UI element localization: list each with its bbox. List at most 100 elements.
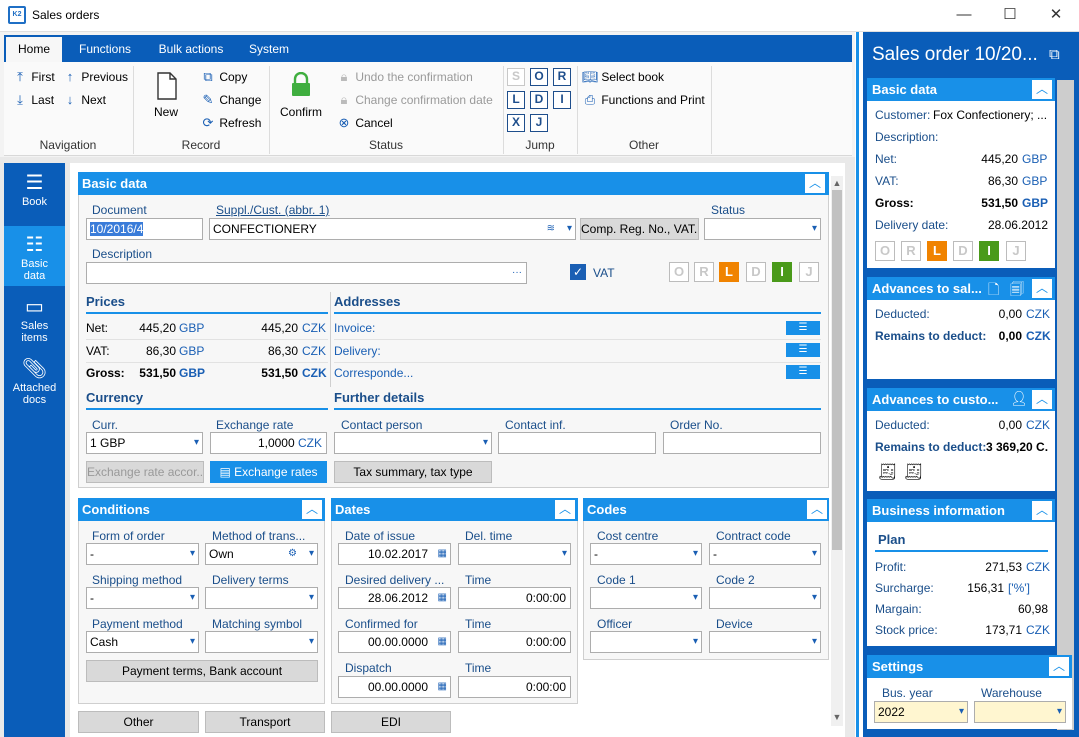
device-field[interactable]: ▾ bbox=[709, 631, 821, 653]
maximize-button[interactable]: ☐ bbox=[987, 0, 1033, 32]
document-field[interactable]: 10/2016/4 bbox=[86, 218, 203, 240]
confirmed-for-field[interactable]: 00.00.0000 ▦ bbox=[338, 631, 451, 653]
collapse-conditions-button[interactable]: ︿ bbox=[301, 499, 323, 520]
cancel-button[interactable]: ⊗ Cancel bbox=[336, 115, 393, 131]
minimize-button[interactable]: — bbox=[941, 0, 987, 32]
new-button[interactable]: New bbox=[150, 70, 184, 130]
chevron-down-icon[interactable]: ▾ bbox=[567, 219, 572, 239]
right-pane-scrollbar[interactable] bbox=[1057, 80, 1074, 730]
order-no-field[interactable] bbox=[663, 432, 821, 454]
layers-icon[interactable]: ≋ bbox=[547, 219, 555, 239]
code2-field[interactable]: ▾ bbox=[709, 587, 821, 609]
form-of-order-field[interactable]: - ▾ bbox=[86, 543, 199, 565]
refresh-button[interactable]: ⟳ Refresh bbox=[200, 115, 262, 131]
document-add-icon[interactable]: 🗋︎ bbox=[988, 279, 999, 303]
calendar-icon[interactable]: ▦ bbox=[438, 632, 447, 652]
collapse-dates-button[interactable]: ︿ bbox=[554, 499, 576, 520]
jump-d-button[interactable]: D bbox=[530, 91, 548, 109]
status-field[interactable]: ▾ bbox=[704, 218, 821, 240]
collapse-rp-basic-button[interactable]: ︿ bbox=[1031, 79, 1053, 100]
scroll-down-icon[interactable]: ▼ bbox=[832, 712, 842, 724]
tab-bulk-actions[interactable]: Bulk actions bbox=[150, 37, 232, 62]
invoice-address-menu-button[interactable]: ☰ bbox=[786, 321, 820, 335]
tab-system[interactable]: System bbox=[240, 37, 298, 62]
other-button[interactable]: Other bbox=[78, 711, 199, 733]
functions-print-button[interactable]: ⎙ Functions and Print bbox=[582, 92, 705, 108]
invoice-error-icon[interactable]: 🧾︎ bbox=[903, 462, 923, 482]
delivery-terms-field[interactable]: ▾ bbox=[205, 587, 318, 609]
rp-customer-value[interactable]: Fox Confectionery; ... bbox=[933, 108, 1048, 122]
contact-inf-field[interactable] bbox=[498, 432, 656, 454]
collapse-rp-advances-sales-button[interactable]: ︿ bbox=[1031, 278, 1053, 299]
collapse-codes-button[interactable]: ︿ bbox=[806, 499, 828, 520]
shipping-method-field[interactable]: - ▾ bbox=[86, 587, 199, 609]
exchange-rates-button[interactable]: ▤ Exchange rates bbox=[210, 461, 327, 483]
contact-person-field[interactable]: ▾ bbox=[334, 432, 492, 454]
desired-delivery-field[interactable]: 28.06.2012 ▦ bbox=[338, 587, 451, 609]
correspondence-address-menu-button[interactable]: ☰ bbox=[786, 365, 820, 379]
gear-icon[interactable]: ⚙ bbox=[288, 544, 297, 564]
tab-home[interactable]: Home bbox=[6, 37, 62, 62]
jump-o-button[interactable]: O bbox=[530, 68, 548, 86]
payment-method-field[interactable]: Cash ▾ bbox=[86, 631, 199, 653]
dispatch-time-field[interactable]: 0:00:00 bbox=[458, 676, 571, 698]
jump-x-button[interactable]: X bbox=[507, 114, 525, 132]
collapse-basic-data-button[interactable]: ︿ bbox=[804, 173, 826, 194]
tab-functions[interactable]: Functions bbox=[70, 37, 140, 62]
cost-centre-field[interactable]: - ▾ bbox=[590, 543, 702, 565]
jump-j-button[interactable]: J bbox=[530, 114, 548, 132]
supplcust-field[interactable]: CONFECTIONERY ≋ ▾ bbox=[209, 218, 576, 240]
warehouse-field[interactable]: ▾ bbox=[974, 701, 1066, 723]
exchange-rate-field[interactable]: 1,0000 CZK bbox=[210, 432, 327, 454]
transport-button[interactable]: Transport bbox=[205, 711, 325, 733]
contract-code-field[interactable]: - ▾ bbox=[709, 543, 821, 565]
next-button[interactable]: ↓ Next bbox=[62, 92, 106, 107]
delivery-address-menu-button[interactable]: ☰ bbox=[786, 343, 820, 357]
code1-field[interactable]: ▾ bbox=[590, 587, 702, 609]
nav-attached-docs[interactable]: 📎︎ Attached docs bbox=[4, 350, 65, 410]
nav-book[interactable]: ☰ Book bbox=[4, 164, 65, 224]
confirmed-time-field[interactable]: 0:00:00 bbox=[458, 631, 571, 653]
dispatch-field[interactable]: 00.00.0000 ▦ bbox=[338, 676, 451, 698]
calendar-icon[interactable]: ▦ bbox=[438, 677, 447, 697]
calendar-icon[interactable]: ▦ bbox=[438, 544, 447, 564]
jump-i-button[interactable]: I bbox=[553, 91, 571, 109]
officer-field[interactable]: ▾ bbox=[590, 631, 702, 653]
description-field[interactable]: ··· bbox=[86, 262, 527, 284]
date-of-issue-field[interactable]: 10.02.2017 ▦ bbox=[338, 543, 451, 565]
tax-summary-button[interactable]: Tax summary, tax type bbox=[334, 461, 492, 483]
copy-button[interactable]: ⧉ Copy bbox=[200, 69, 247, 85]
del-time-field[interactable]: ▾ bbox=[458, 543, 571, 565]
select-book-button[interactable]: 📖︎ Select book bbox=[582, 69, 664, 85]
edi-button[interactable]: EDI bbox=[331, 711, 451, 733]
comp-reg-button[interactable]: Comp. Reg. No., VAT... bbox=[580, 218, 699, 240]
invoice-warning-icon[interactable]: 🧾︎ bbox=[877, 462, 897, 482]
scrollbar-thumb[interactable] bbox=[832, 190, 842, 550]
jump-l-button[interactable]: L bbox=[507, 91, 525, 109]
calendar-icon[interactable]: ▦ bbox=[438, 588, 447, 608]
collapse-rp-business-button[interactable]: ︿ bbox=[1031, 500, 1053, 521]
jump-r-button[interactable]: R bbox=[553, 68, 571, 86]
nav-sales-items[interactable]: ▭ Sales items bbox=[4, 288, 65, 348]
change-confirmation-date-button[interactable]: 🔒︎ Change confirmation date bbox=[336, 92, 493, 108]
undo-confirmation-button[interactable]: 🔒︎ Undo the confirmation bbox=[336, 69, 473, 85]
nav-basic-data[interactable]: ☷ Basic data bbox=[4, 226, 65, 286]
ellipsis-icon[interactable]: ··· bbox=[512, 263, 522, 283]
desired-time-field[interactable]: 0:00:00 bbox=[458, 587, 571, 609]
supplcust-label[interactable]: Suppl./Cust. (abbr. 1) bbox=[216, 203, 329, 217]
open-external-icon[interactable]: ⧉ bbox=[1049, 46, 1060, 63]
method-of-transport-field[interactable]: Own ⚙ ▾ bbox=[205, 543, 318, 565]
user-list-icon[interactable]: 👤︎ bbox=[1010, 390, 1028, 407]
matching-symbol-field[interactable]: ▾ bbox=[205, 631, 318, 653]
close-button[interactable]: ✕ bbox=[1033, 0, 1079, 32]
exchange-rate-accor-button[interactable]: Exchange rate accor... bbox=[86, 461, 204, 483]
last-button[interactable]: ⤓ Last bbox=[12, 92, 54, 108]
previous-button[interactable]: ↑ Previous bbox=[62, 69, 128, 84]
bus-year-field[interactable]: 2022 ▾ bbox=[874, 701, 968, 723]
scroll-up-icon[interactable]: ▲ bbox=[832, 178, 842, 190]
payment-terms-button[interactable]: Payment terms, Bank account bbox=[86, 660, 318, 682]
collapse-rp-advances-cust-button[interactable]: ︿ bbox=[1031, 389, 1053, 410]
confirm-button[interactable]: Confirm bbox=[276, 70, 328, 130]
first-button[interactable]: ⤒ First bbox=[12, 69, 55, 85]
change-button[interactable]: ✎ Change bbox=[200, 92, 262, 108]
